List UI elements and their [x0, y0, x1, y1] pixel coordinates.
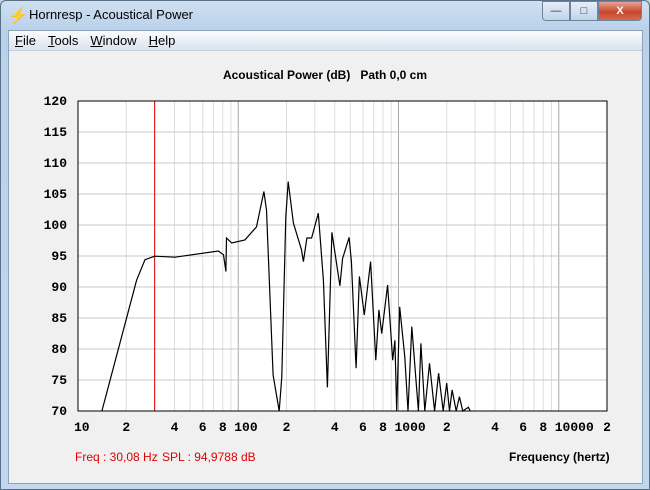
y-tick-label: 80: [51, 342, 67, 357]
y-tick-label: 115: [44, 125, 68, 140]
y-tick-label: 110: [44, 156, 68, 171]
x-tick-label: 8: [379, 420, 387, 435]
x-tick-label: 2: [603, 420, 611, 435]
x-tick-label: 4: [331, 420, 339, 435]
x-tick-label: 8: [539, 420, 547, 435]
y-tick-label: 70: [51, 404, 67, 419]
x-tick-label: 10: [74, 420, 90, 435]
x-tick-label: 6: [359, 420, 367, 435]
y-tick-label: 100: [44, 218, 68, 233]
x-tick-label: 8: [219, 420, 227, 435]
y-tick-label: 90: [51, 280, 67, 295]
y-tick-label: 120: [44, 94, 68, 109]
x-tick-label: 2: [122, 420, 130, 435]
x-tick-label: 4: [491, 420, 499, 435]
freq-readout: Freq : 30,08 Hz: [75, 450, 158, 464]
y-tick-label: 105: [44, 187, 68, 202]
x-tick-label: 100: [234, 420, 258, 435]
x-tick-label: 6: [519, 420, 527, 435]
spl-readout: SPL : 94,9788 dB: [162, 450, 256, 464]
y-tick-label: 95: [51, 249, 67, 264]
x-tick-label: 2: [443, 420, 451, 435]
y-tick-label: 75: [51, 373, 67, 388]
x-tick-label: 4: [171, 420, 179, 435]
x-tick-label: 1000: [395, 420, 426, 435]
x-tick-label: 10000: [555, 420, 594, 435]
x-tick-label: 2: [283, 420, 291, 435]
chart-plot[interactable]: 12011511010510095908580757010 2 4 6 8 100 2 4 6 8…: [0, 0, 650, 490]
y-tick-label: 85: [51, 311, 67, 326]
x-axis-label: Frequency (hertz): [509, 450, 610, 464]
x-tick-label: 6: [199, 420, 207, 435]
